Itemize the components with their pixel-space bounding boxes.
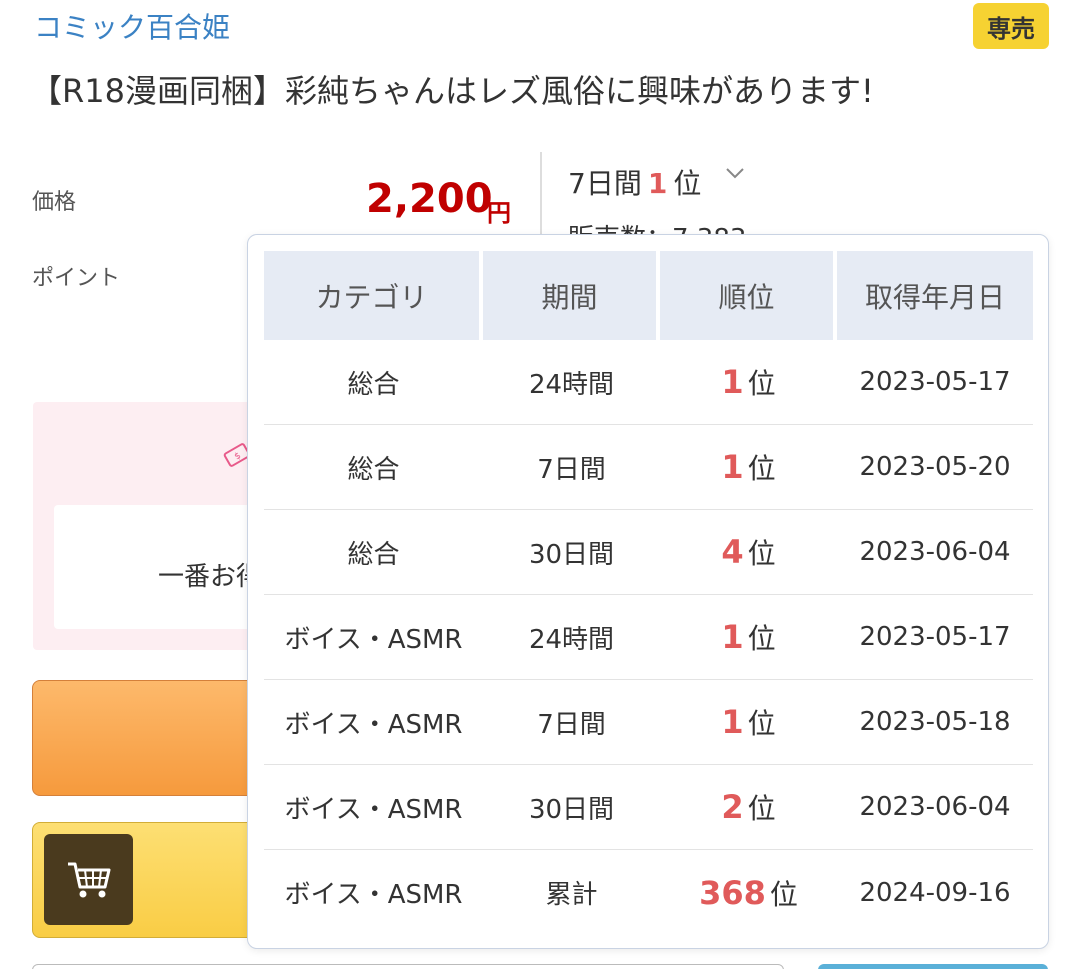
header-rank: 順位 xyxy=(660,251,837,340)
cell-rank: 2位 xyxy=(660,765,837,850)
cell-category: ボイス・ASMR xyxy=(284,880,463,910)
cell-rank: 4位 xyxy=(660,510,837,595)
cell-date: 2023-05-17 xyxy=(837,595,1033,680)
rank-suffix: 位 xyxy=(747,537,776,570)
cell-date: 2023-06-04 xyxy=(837,765,1033,850)
rank-number: 1 xyxy=(721,703,744,741)
rank-number: 368 xyxy=(699,873,766,912)
cell-category: ボイス・ASMR xyxy=(264,595,483,680)
rank-number: 1 xyxy=(721,363,744,401)
cell-date: 2023-06-04 xyxy=(837,510,1033,595)
point-label: ポイント xyxy=(32,266,121,291)
cell-period: 7日間 xyxy=(483,680,660,765)
rank-suffix: 位 xyxy=(747,452,776,485)
rank-number: 1 xyxy=(721,618,744,656)
cart-icon xyxy=(67,862,110,897)
cell-category: 総合 xyxy=(264,340,483,425)
cell-period: 30日間 xyxy=(483,510,660,595)
cell-category: 総合 xyxy=(264,510,483,595)
rank-suffix: 位 xyxy=(747,792,776,825)
table-row: ボイス・ASMR 累計 368 位 2024-09-16 xyxy=(264,850,1033,935)
cell-rank: 1位 xyxy=(660,595,837,680)
cell-period: 30日間 xyxy=(483,765,660,850)
ranking-history-popup: カテゴリ 期間 順位 取得年月日 総合 24時間 1位 2023-05-17 総… xyxy=(247,234,1049,949)
cell-period: 7日間 xyxy=(483,425,660,510)
table-row: 総合 30日間 4位 2023-06-04 xyxy=(264,510,1033,595)
cell-rank: 1位 xyxy=(660,425,837,510)
header-period: 期間 xyxy=(483,251,660,340)
cell-period: 24時間 xyxy=(483,340,660,425)
cell-period: 24時間 xyxy=(483,595,660,680)
cart-icon-box xyxy=(44,834,133,925)
header-category: カテゴリ xyxy=(264,251,483,340)
cell-date: 2023-05-18 xyxy=(837,680,1033,765)
exclusive-badge: 専売 xyxy=(973,3,1049,49)
cell-date: 2023-05-17 xyxy=(837,340,1033,425)
table-row: 総合 7日間 1位 2023-05-20 xyxy=(264,425,1033,510)
favorite-button[interactable] xyxy=(32,964,784,969)
table-row: ボイス・ASMR 24時間 1位 2023-05-17 xyxy=(264,595,1033,680)
rank-suffix: 位 xyxy=(769,877,798,911)
work-title: 【R18漫画同梱】彩純ちゃんはレズ風俗に興味があります! xyxy=(30,72,874,110)
cell-date: 2023-05-20 xyxy=(837,425,1033,510)
divider xyxy=(540,152,542,242)
cell-rank: 1位 xyxy=(660,340,837,425)
share-button[interactable] xyxy=(818,964,1048,969)
ranking-history-table: カテゴリ 期間 順位 取得年月日 総合 24時間 1位 2023-05-17 総… xyxy=(264,251,1033,935)
rank-summary-period: 7日間 xyxy=(568,167,642,200)
price-label: 価格 xyxy=(32,190,77,215)
rank-suffix: 位 xyxy=(747,622,776,655)
table-row: ボイス・ASMR 7日間 1位 2023-05-18 xyxy=(264,680,1033,765)
cell-rank: 368 位 xyxy=(660,850,837,935)
rank-number: 4 xyxy=(721,533,744,571)
cell-date: 2024-09-16 xyxy=(859,877,1011,908)
buy-now-button[interactable] xyxy=(32,680,272,796)
cell-category: ボイス・ASMR xyxy=(264,765,483,850)
cell-category: ボイス・ASMR xyxy=(264,680,483,765)
cell-period: 累計 xyxy=(545,880,598,910)
header-date: 取得年月日 xyxy=(837,251,1033,340)
rank-summary-number: 1 xyxy=(647,167,668,200)
cell-rank: 1位 xyxy=(660,680,837,765)
cell-category: 総合 xyxy=(264,425,483,510)
price-value: 2,200 xyxy=(366,176,493,222)
rank-number: 1 xyxy=(721,448,744,486)
price-unit: 円 xyxy=(487,199,511,227)
table-row: ボイス・ASMR 30日間 2位 2023-06-04 xyxy=(264,765,1033,850)
rank-summary-toggle[interactable]: 7日間 1 位 xyxy=(568,162,701,202)
rank-suffix: 位 xyxy=(747,367,776,400)
chevron-down-icon[interactable] xyxy=(724,162,746,184)
rank-suffix: 位 xyxy=(747,707,776,740)
rank-summary-suffix: 位 xyxy=(673,167,702,200)
table-row: 総合 24時間 1位 2023-05-17 xyxy=(264,340,1033,425)
circle-name-link[interactable]: コミック百合姫 xyxy=(34,6,230,46)
rank-number: 2 xyxy=(721,788,744,826)
